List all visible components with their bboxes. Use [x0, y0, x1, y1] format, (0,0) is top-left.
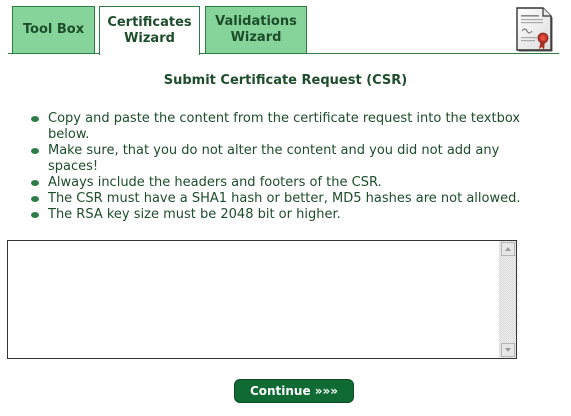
tab-certificates-wizard[interactable]: Certificates Wizard — [99, 6, 200, 55]
tab-bar: Tool Box Certificates Wizard Validations… — [0, 0, 571, 56]
tab-validations-wizard[interactable]: Validations Wizard — [205, 6, 307, 53]
list-item: The CSR must have a SHA1 hash or better,… — [26, 191, 546, 207]
tab-validations-wizard-label: Validations Wizard — [215, 14, 297, 45]
instruction-text: The RSA key size must be 2048 bit or hig… — [48, 207, 341, 222]
bullet-icon — [31, 196, 39, 202]
instruction-text: Copy and paste the content from the cert… — [48, 111, 521, 142]
bullet-icon — [31, 116, 39, 122]
bullet-icon — [31, 180, 39, 186]
scroll-up-button[interactable] — [501, 242, 515, 256]
vertical-scrollbar[interactable] — [499, 241, 516, 358]
instruction-text: Always include the headers and footers o… — [48, 175, 382, 190]
tab-tool-box[interactable]: Tool Box — [12, 6, 95, 53]
list-item: Make sure, that you do not alter the con… — [26, 143, 546, 175]
csr-submit-page: Tool Box Certificates Wizard Validations… — [0, 0, 571, 416]
tab-divider — [8, 53, 559, 54]
certificate-document-icon — [513, 6, 555, 52]
arrow-up-icon — [505, 247, 511, 251]
csr-textarea[interactable] — [8, 241, 498, 358]
bullet-icon — [31, 148, 39, 154]
instruction-list: Copy and paste the content from the cert… — [26, 111, 546, 223]
arrow-down-icon — [505, 348, 511, 352]
tab-tool-box-label: Tool Box — [22, 22, 85, 37]
page-title: Submit Certificate Request (CSR) — [163, 73, 408, 88]
list-item: The RSA key size must be 2048 bit or hig… — [26, 207, 546, 223]
tab-certificates-wizard-label: Certificates Wizard — [107, 15, 192, 46]
csr-textarea-frame — [7, 240, 517, 359]
list-item: Always include the headers and footers o… — [26, 175, 546, 191]
scroll-down-button[interactable] — [501, 343, 515, 357]
continue-button[interactable]: Continue »»» — [234, 379, 354, 403]
instruction-text: Make sure, that you do not alter the con… — [48, 143, 500, 174]
bullet-icon — [31, 212, 39, 218]
instruction-text: The CSR must have a SHA1 hash or better,… — [48, 191, 521, 206]
list-item: Copy and paste the content from the cert… — [26, 111, 546, 143]
